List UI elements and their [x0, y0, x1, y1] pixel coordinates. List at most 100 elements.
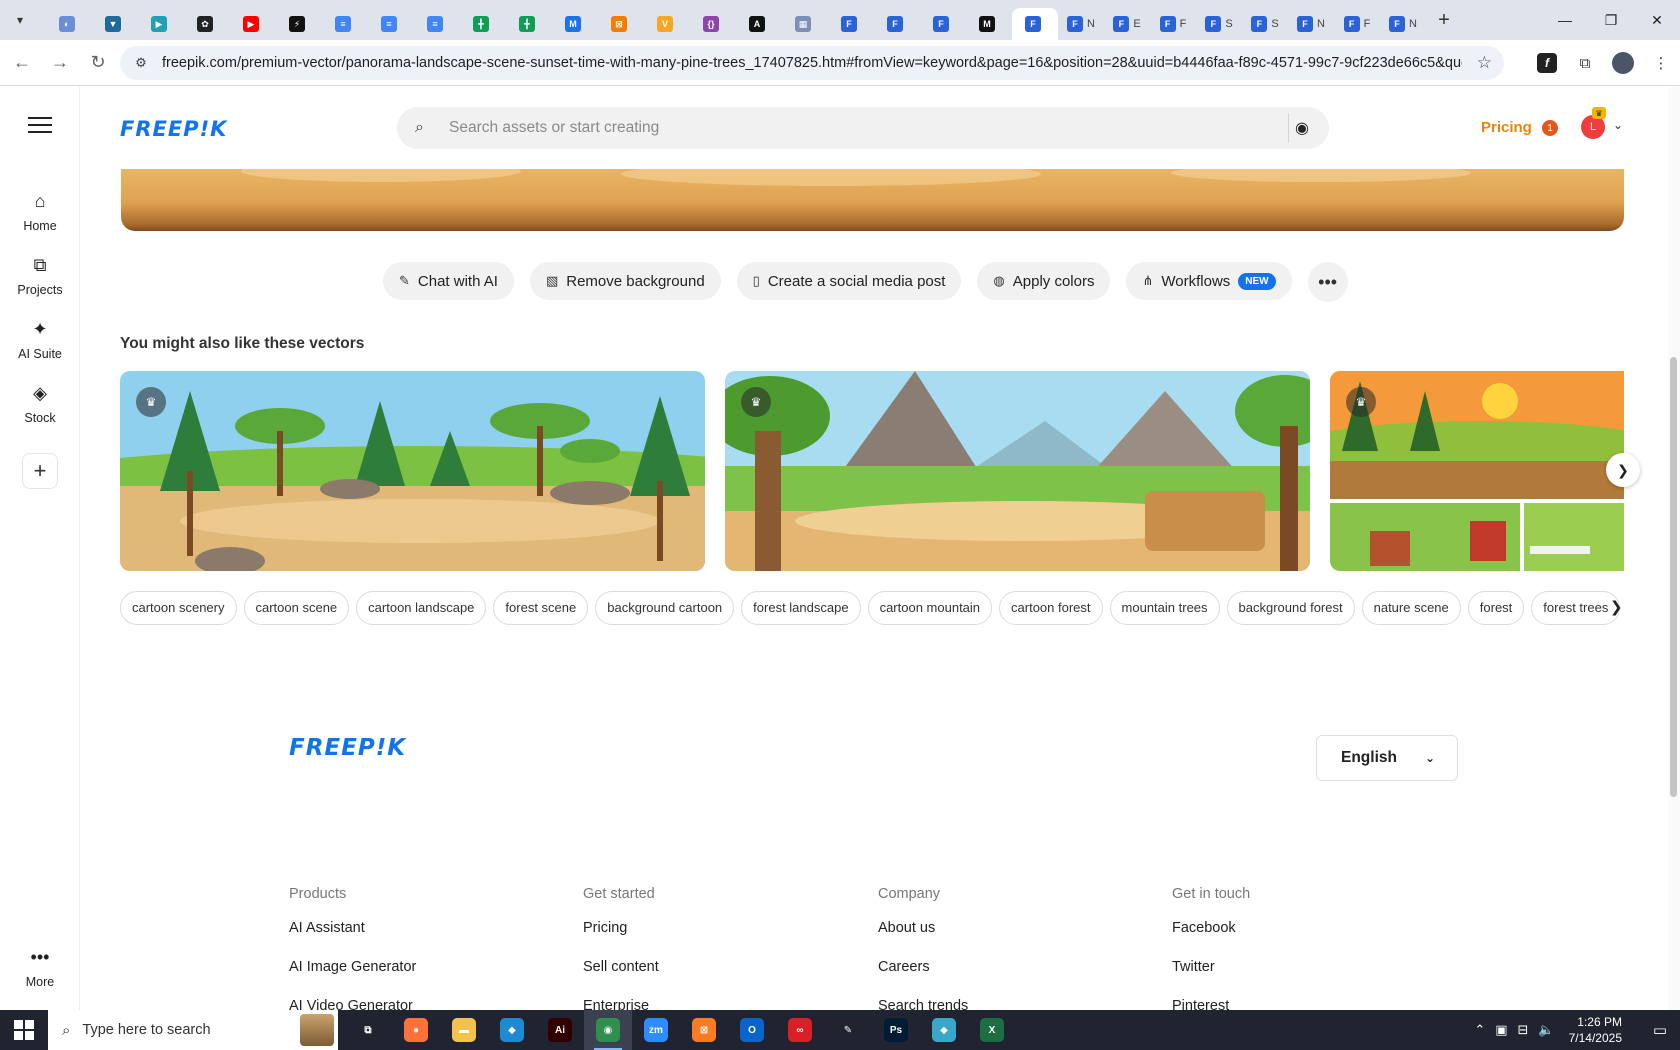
carousel-next-chevron-icon[interactable]: ❯	[1606, 453, 1640, 487]
tab-search-chevron-icon[interactable]: ▾	[6, 6, 34, 34]
footer-link[interactable]: Twitter	[1172, 959, 1250, 998]
browser-tab[interactable]: ▼	[92, 8, 138, 40]
taskbar-app[interactable]: ⊠	[680, 1010, 728, 1050]
taskbar-app[interactable]: ◆	[488, 1010, 536, 1050]
footer-link[interactable]: About us	[878, 920, 968, 959]
new-tab-plus-icon[interactable]: +	[1430, 6, 1458, 34]
url-text[interactable]: freepik.com/premium-vector/panorama-land…	[162, 55, 1462, 71]
browser-tab[interactable]: F	[920, 8, 966, 40]
taskbar-app[interactable]: O	[728, 1010, 776, 1050]
tag-chip[interactable]: cartoon mountain	[867, 591, 993, 625]
page-scrollbar[interactable]	[1668, 87, 1680, 1010]
sidebar-item-home[interactable]: ⌂ Home	[0, 191, 80, 233]
browser-tab[interactable]: FF	[1334, 8, 1380, 40]
bookmark-star-icon[interactable]: ☆	[1477, 53, 1492, 73]
browser-tab[interactable]: ⊠	[598, 8, 644, 40]
browser-tab[interactable]: F	[1012, 8, 1058, 40]
browser-menu-icon[interactable]: ⋮	[1642, 44, 1680, 82]
footer-link[interactable]: Sell content	[583, 959, 659, 998]
taskbar-app[interactable]: ▬	[440, 1010, 488, 1050]
omnibox[interactable]: ⚙ freepik.com/premium-vector/panorama-la…	[120, 46, 1504, 80]
extensions-puzzle-icon[interactable]: ⧉	[1566, 44, 1604, 82]
more-tools-dots-icon[interactable]: •••	[1307, 262, 1348, 302]
taskbar-app[interactable]: X	[968, 1010, 1016, 1050]
back-arrow-icon[interactable]: ←	[6, 47, 38, 79]
footer-link[interactable]: AI Assistant	[289, 920, 416, 959]
sidebar-item-ai-suite[interactable]: ✦ AI Suite	[0, 319, 80, 361]
language-select[interactable]: English ⌄	[1316, 735, 1458, 781]
hamburger-menu-icon[interactable]	[28, 117, 52, 133]
tag-chip[interactable]: cartoon scenery	[120, 591, 237, 625]
create-social-post-button[interactable]: ▯ Create a social media post	[736, 262, 962, 300]
action-center-icon[interactable]: ▭	[1640, 1021, 1680, 1039]
vector-card[interactable]: ♛	[1330, 371, 1624, 571]
tag-chip[interactable]: background forest	[1226, 591, 1355, 625]
tag-chip[interactable]: forest trees	[1531, 591, 1621, 625]
tag-chip[interactable]: forest	[1467, 591, 1525, 625]
close-window-icon[interactable]: ✕	[1634, 0, 1680, 40]
taskbar-app[interactable]: ✎	[824, 1010, 872, 1050]
tray-chevron-up-icon[interactable]: ⌃	[1474, 1022, 1485, 1038]
tags-next-chevron-icon[interactable]: ❯	[1610, 598, 1623, 616]
tag-chip[interactable]: cartoon landscape	[356, 591, 487, 625]
vector-card[interactable]: ♛	[120, 371, 705, 571]
camera-search-icon[interactable]: ◉	[1295, 118, 1309, 138]
remove-background-button[interactable]: ▧ Remove background	[529, 262, 721, 300]
browser-tab[interactable]: ⚡	[276, 8, 322, 40]
taskbar-app[interactable]: ∞	[776, 1010, 824, 1050]
browser-tab[interactable]: ▶	[230, 8, 276, 40]
start-button[interactable]	[0, 1010, 48, 1050]
freepik-logo[interactable]: FREEP!K	[120, 117, 227, 141]
taskbar-app[interactable]: Ai	[536, 1010, 584, 1050]
sidebar-item-more[interactable]: ••• More	[0, 947, 80, 989]
browser-tab[interactable]: ╋	[460, 8, 506, 40]
footer-link[interactable]: Careers	[878, 959, 968, 998]
taskbar-app[interactable]: zm	[632, 1010, 680, 1050]
browser-tab[interactable]: ≡	[414, 8, 460, 40]
browser-tab[interactable]: FE	[1104, 8, 1150, 40]
sidebar-item-projects[interactable]: ⧉ Projects	[0, 255, 80, 297]
add-plus-button[interactable]: +	[22, 453, 58, 489]
browser-tab[interactable]: F	[874, 8, 920, 40]
workflows-button[interactable]: ⋔ Workflows NEW	[1126, 262, 1292, 300]
site-info-icon[interactable]: ⚙	[130, 52, 152, 74]
browser-tab[interactable]: ╋	[506, 8, 552, 40]
browser-tab[interactable]: A	[736, 8, 782, 40]
account-chevron-down-icon[interactable]: ⌄	[1613, 118, 1623, 132]
browser-tab[interactable]: FN	[1058, 8, 1104, 40]
taskbar-search[interactable]: ⌕ Type here to search	[48, 1010, 338, 1050]
clock[interactable]: 1:26 PM 7/14/2025	[1569, 1014, 1622, 1046]
browser-tab[interactable]: M	[552, 8, 598, 40]
tag-chip[interactable]: forest scene	[493, 591, 589, 625]
browser-tab[interactable]: FS	[1242, 8, 1288, 40]
taskbar-app[interactable]: ⧉	[344, 1010, 392, 1050]
footer-link[interactable]: Pricing	[583, 920, 659, 959]
tag-chip[interactable]: forest landscape	[741, 591, 861, 625]
reload-icon[interactable]: ↻	[82, 47, 114, 79]
tag-chip[interactable]: nature scene	[1361, 591, 1461, 625]
restore-icon[interactable]: ❐	[1588, 0, 1634, 40]
browser-tab[interactable]: ▶	[138, 8, 184, 40]
forward-arrow-icon[interactable]: →	[44, 47, 76, 79]
vector-card[interactable]: ♛	[725, 371, 1310, 571]
footer-logo[interactable]: FREEP!K	[289, 735, 406, 761]
taskbar-app[interactable]: ◆	[920, 1010, 968, 1050]
tag-chip[interactable]: cartoon scene	[243, 591, 350, 625]
browser-tab[interactable]: FN	[1288, 8, 1334, 40]
taskbar-app[interactable]: Ps	[872, 1010, 920, 1050]
sidebar-item-stock[interactable]: ◈ Stock	[0, 383, 80, 425]
profile-avatar-icon[interactable]	[1604, 44, 1642, 82]
chat-with-ai-button[interactable]: ✎ Chat with AI	[383, 262, 514, 300]
browser-tab[interactable]: FF	[1150, 8, 1196, 40]
meet-now-icon[interactable]: ▣	[1495, 1022, 1507, 1038]
browser-tab[interactable]: M	[966, 8, 1012, 40]
scrollbar-thumb[interactable]	[1670, 357, 1677, 797]
minimize-icon[interactable]: —	[1542, 0, 1588, 40]
tag-chip[interactable]: mountain trees	[1109, 591, 1220, 625]
browser-tab[interactable]: F	[828, 8, 874, 40]
volume-icon[interactable]: 🔈	[1538, 1022, 1554, 1038]
browser-tab[interactable]: ✿	[184, 8, 230, 40]
extension-f-icon[interactable]: f	[1528, 44, 1566, 82]
footer-link[interactable]: Facebook	[1172, 920, 1250, 959]
taskbar-app[interactable]: ◉	[584, 1010, 632, 1050]
